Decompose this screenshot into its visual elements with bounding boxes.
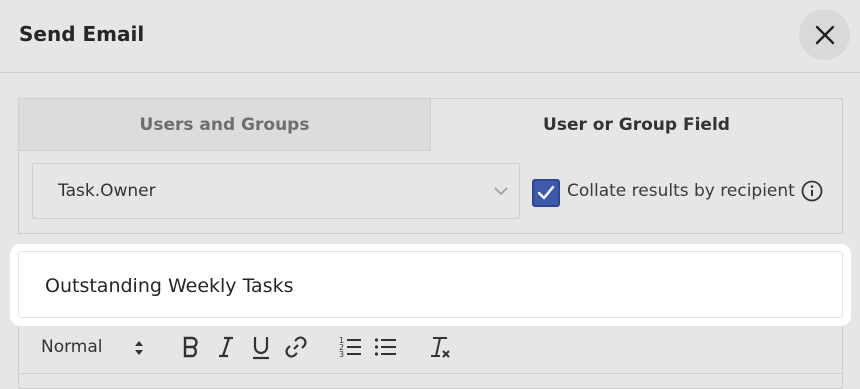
subject-input[interactable]: Outstanding Weekly Tasks bbox=[18, 251, 843, 318]
format-select[interactable]: Normal bbox=[41, 337, 103, 357]
clear-format-icon[interactable] bbox=[428, 335, 454, 361]
checkmark-icon bbox=[537, 185, 555, 200]
close-icon bbox=[815, 25, 834, 44]
toolbar-row: Normal 1 2 3 bbox=[19, 318, 842, 374]
subject-highlight: Outstanding Weekly Tasks bbox=[10, 244, 851, 326]
bullet-list-icon[interactable] bbox=[374, 335, 398, 359]
tab-user-or-group-field[interactable]: User or Group Field bbox=[431, 99, 842, 151]
link-icon[interactable] bbox=[284, 335, 308, 359]
collate-label: Collate results by recipient bbox=[567, 181, 795, 201]
editor-toolbar: Normal 1 2 3 bbox=[18, 318, 843, 389]
updown-arrows-icon[interactable] bbox=[133, 339, 145, 357]
underline-icon[interactable] bbox=[250, 335, 272, 361]
tab-users-and-groups[interactable]: Users and Groups bbox=[19, 99, 431, 151]
chevron-down-icon bbox=[494, 187, 508, 196]
field-select-value: Task.Owner bbox=[58, 181, 156, 201]
recipients-panel: Users and Groups User or Group Field Tas… bbox=[18, 98, 843, 234]
italic-icon[interactable] bbox=[216, 335, 236, 359]
collate-checkbox[interactable] bbox=[532, 179, 560, 207]
svg-text:3: 3 bbox=[339, 350, 344, 359]
info-icon[interactable] bbox=[801, 180, 823, 202]
ordered-list-icon[interactable]: 1 2 3 bbox=[339, 335, 363, 359]
field-select[interactable]: Task.Owner bbox=[32, 163, 520, 219]
bold-icon[interactable] bbox=[181, 335, 201, 359]
dialog-title: Send Email bbox=[19, 22, 145, 46]
subject-value: Outstanding Weekly Tasks bbox=[45, 275, 294, 297]
dialog-header: Send Email bbox=[0, 0, 860, 73]
close-button[interactable] bbox=[799, 9, 850, 60]
